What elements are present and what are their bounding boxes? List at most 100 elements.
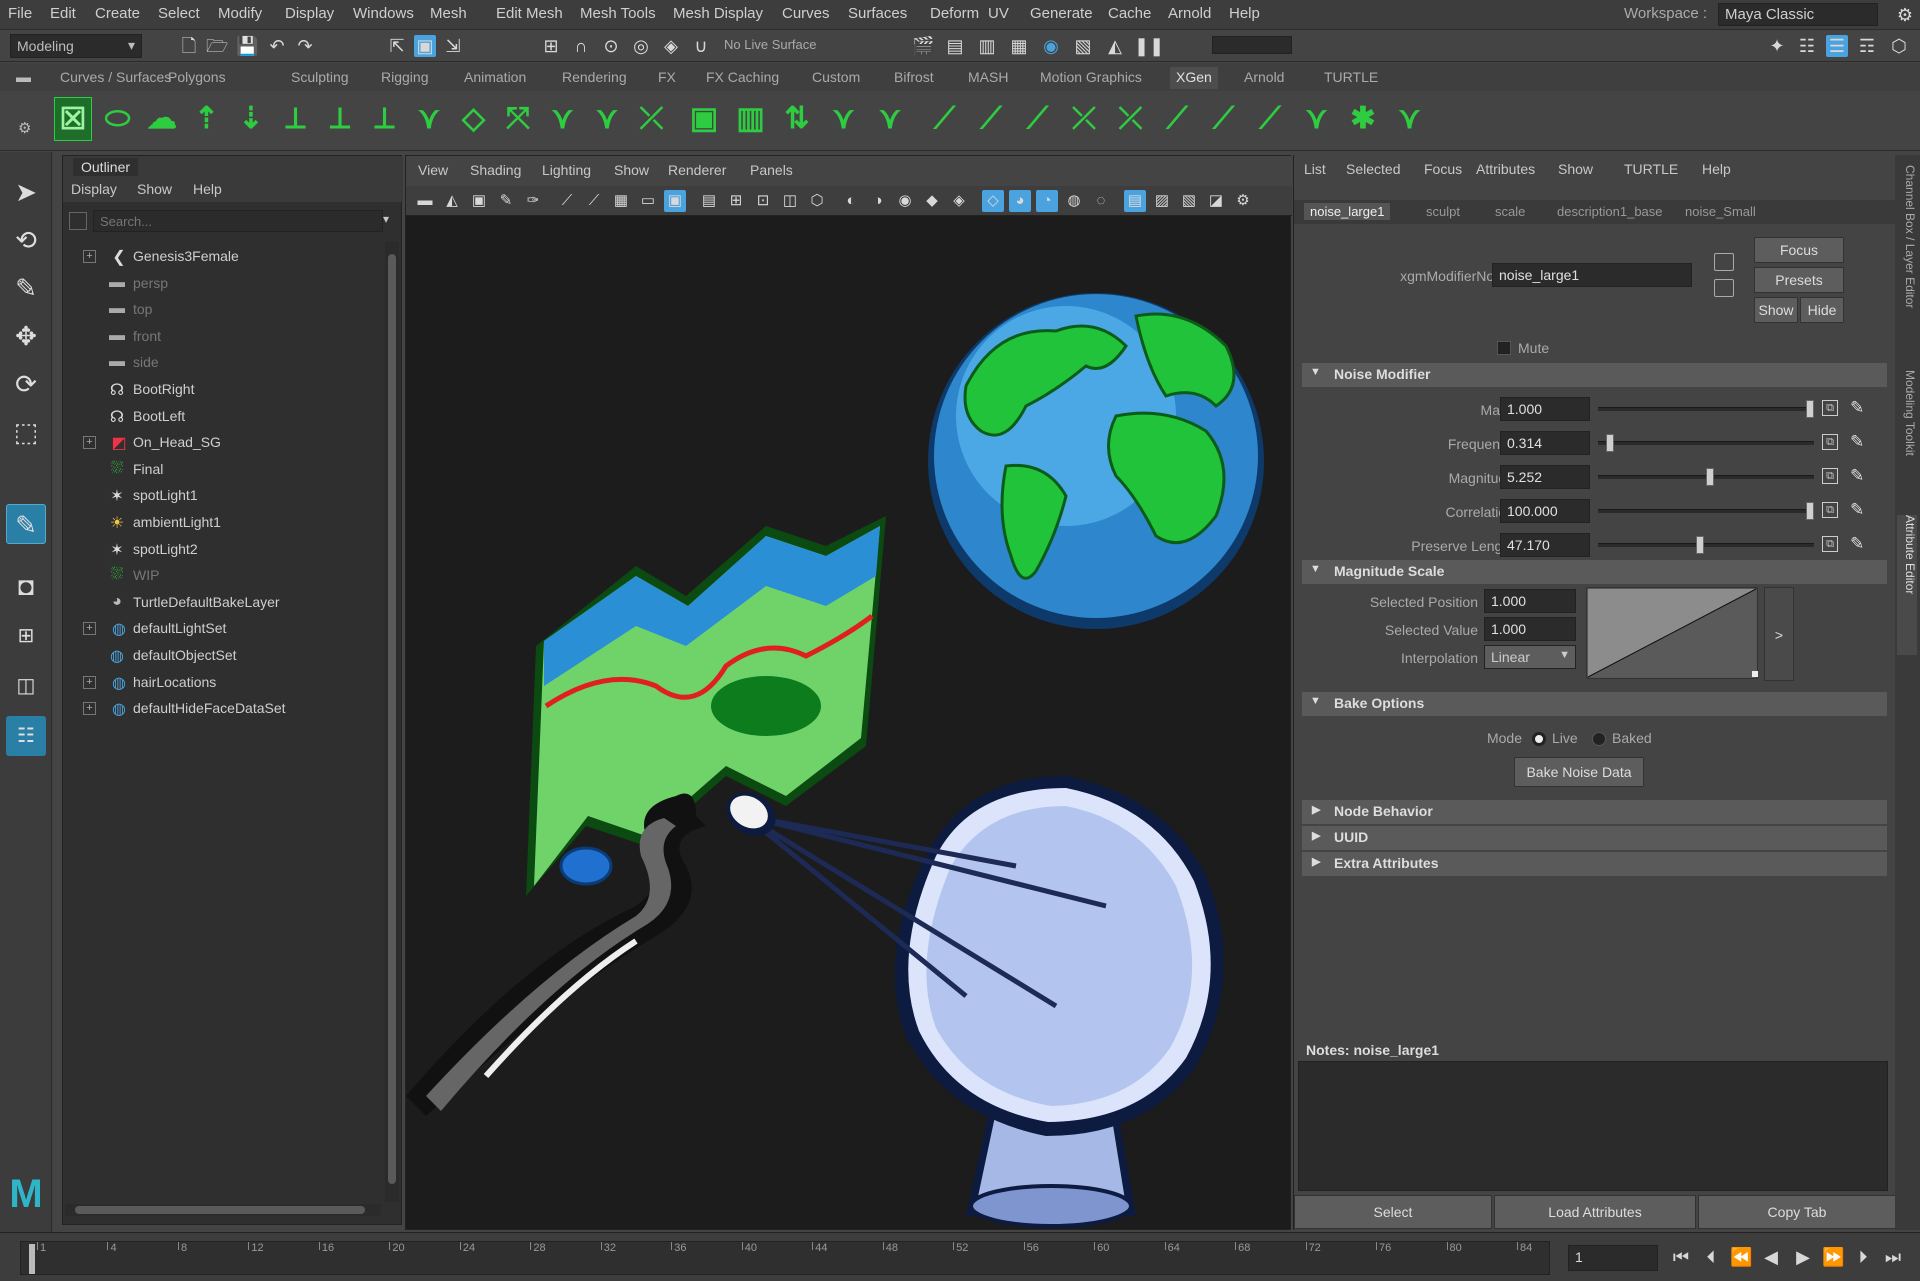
comb-icon[interactable]: ⋎	[871, 97, 909, 141]
four-view-icon[interactable]: ⊞	[6, 616, 46, 656]
outliner-row[interactable]: ◕ TurtleDefaultBakeLayer	[63, 590, 383, 616]
shelf-tab-animation[interactable]: Animation	[458, 67, 532, 89]
viewport-canvas[interactable]	[406, 216, 1292, 1231]
viewport-tool-icon[interactable]: ◐	[840, 190, 862, 212]
menu-surfaces[interactable]: Surfaces	[848, 5, 907, 22]
menu-windows[interactable]: Windows	[353, 5, 414, 22]
outliner-hscroll-thumb[interactable]	[75, 1206, 365, 1214]
viewport-panel[interactable]: View Shading Lighting Show Renderer Panels ▬ ◭…	[405, 155, 1292, 1231]
settings-icon[interactable]: ⚙	[1894, 4, 1916, 26]
select-object-icon[interactable]: ▣	[414, 35, 436, 57]
new-scene-icon[interactable]: 🗋	[178, 35, 200, 57]
viewport-menu-view[interactable]: View	[418, 162, 448, 178]
menu-modify[interactable]: Modify	[218, 5, 262, 22]
add-guides-icon[interactable]: ⇡	[188, 97, 226, 141]
transfer-icon[interactable]: ⇅	[778, 97, 816, 141]
ae-tab-scale[interactable]: scale	[1489, 203, 1531, 220]
ae-menu-show[interactable]: Show	[1558, 161, 1593, 177]
step-back-key-icon[interactable]: ⏴	[1700, 1246, 1722, 1268]
viewport-menu-panels[interactable]: Panels	[750, 162, 793, 178]
xgen-editor-icon[interactable]: ☒	[54, 97, 92, 141]
ae-menu-selected[interactable]: Selected	[1346, 161, 1400, 177]
lasso-tool-icon[interactable]: ⟲	[6, 220, 46, 260]
select-node-icon[interactable]	[1714, 253, 1734, 271]
viewport-tool-icon[interactable]: ⟋	[556, 190, 578, 212]
interactive-groom-icon[interactable]: ▥	[732, 97, 770, 141]
ae-menu-help[interactable]: Help	[1702, 161, 1731, 177]
menu-deform[interactable]: Deform	[930, 5, 979, 22]
viewport-tool-icon[interactable]: ⚙	[1232, 190, 1254, 212]
shelf-tab-polygons[interactable]: Polygons	[162, 67, 232, 89]
mode-live-radio[interactable]	[1532, 732, 1546, 746]
expand-toggle-icon[interactable]: +	[83, 436, 96, 450]
sculpt-guides-icon[interactable]: ⇣	[232, 97, 270, 141]
channel-box-tab[interactable]: Channel Box / Layer Editor	[1897, 165, 1917, 365]
outliner-row[interactable]: ◍ defaultObjectSet	[63, 643, 383, 669]
outliner-scroll-thumb[interactable]	[388, 254, 396, 1184]
outliner-search-input[interactable]	[93, 210, 383, 232]
select-component-icon[interactable]: ⇲	[442, 35, 464, 57]
render-view-icon[interactable]: ▧	[1072, 35, 1094, 57]
viewport-tool-icon[interactable]: ◉	[894, 190, 916, 212]
sculpt-icon[interactable]: ✦	[1766, 35, 1788, 57]
snap-curve-icon[interactable]: ∩	[570, 35, 592, 57]
open-scene-icon[interactable]: 🗁	[206, 35, 228, 57]
noise-field-value[interactable]: 0.314	[1500, 431, 1590, 455]
show-button[interactable]: Show	[1754, 297, 1798, 323]
clump-icon[interactable]: ⤧	[499, 97, 537, 141]
tangent-icon[interactable]: ⤫	[1065, 97, 1103, 141]
rotate-tool-icon[interactable]: ⟳	[6, 364, 46, 404]
viewport-tool-icon[interactable]: ◭	[441, 190, 463, 212]
scatter-icon[interactable]: ✱	[1344, 97, 1382, 141]
viewport-menu-shading[interactable]: Shading	[470, 162, 521, 178]
current-time-marker[interactable]	[29, 1244, 35, 1274]
outliner-row[interactable]: + ◍ defaultHideFaceDataSet	[63, 696, 383, 722]
tool-settings-icon[interactable]: ☶	[1856, 35, 1878, 57]
outliner-menu-display[interactable]: Display	[71, 181, 117, 197]
ae-tab-noise-large1[interactable]: noise_large1	[1304, 203, 1391, 220]
expand-toggle-icon[interactable]: +	[83, 622, 96, 636]
viewport-tool-icon[interactable]: ▦	[610, 190, 632, 212]
go-to-output-icon[interactable]	[1714, 279, 1734, 297]
copy-tab-button[interactable]: Copy Tab	[1698, 1195, 1896, 1229]
menu-set-dropdown[interactable]: Modeling ▾	[10, 34, 142, 58]
noise-field-slider[interactable]	[1598, 407, 1814, 411]
bake-noise-data-button[interactable]: Bake Noise Data	[1514, 757, 1644, 787]
slider-handle[interactable]	[1806, 400, 1814, 418]
snap-point-icon[interactable]: ⊙	[600, 35, 622, 57]
viewport-tool-icon[interactable]: ◌	[1090, 190, 1112, 212]
menu-edit-mesh[interactable]: Edit Mesh	[496, 5, 563, 22]
select-hierarchy-icon[interactable]: ⇱	[386, 35, 408, 57]
slider-handle[interactable]	[1706, 468, 1715, 486]
move-tool-icon[interactable]: ✥	[6, 316, 46, 356]
edit-expression-icon[interactable]: ✎	[1850, 534, 1864, 554]
uuid-section[interactable]: ▶ UUID	[1302, 826, 1887, 850]
menu-mesh-tools[interactable]: Mesh Tools	[580, 5, 656, 22]
outliner-row[interactable]: ✶ spotLight1	[63, 483, 383, 509]
magnitude-scale-section[interactable]: ▼ Magnitude Scale	[1302, 560, 1887, 584]
render-settings-icon[interactable]: ▥	[976, 35, 998, 57]
step-forward-frame-icon[interactable]: ⏩	[1822, 1246, 1844, 1268]
menu-mesh-display[interactable]: Mesh Display	[673, 5, 763, 22]
noise-field-value[interactable]: 1.000	[1500, 397, 1590, 421]
mute-checkbox[interactable]	[1497, 341, 1511, 355]
density-icon[interactable]: ⋎	[410, 97, 448, 141]
two-view-icon[interactable]: ◫	[6, 666, 46, 706]
outliner-menu-help[interactable]: Help	[193, 181, 222, 197]
sculpt-brush-icon[interactable]: ⋎	[1391, 97, 1429, 141]
attribute-editor-toggle-icon[interactable]: ☰	[1826, 35, 1848, 57]
cut-icon[interactable]: ⋎	[588, 97, 626, 141]
viewport-tool-icon[interactable]: ◕	[1009, 190, 1031, 212]
expand-toggle-icon[interactable]: +	[83, 250, 96, 263]
mode-baked-radio[interactable]	[1592, 732, 1606, 746]
notes-field[interactable]	[1298, 1061, 1888, 1191]
smooth-icon[interactable]: ⟋	[972, 97, 1010, 141]
ae-menu-focus[interactable]: Focus	[1424, 161, 1462, 177]
ae-tab-description1-base[interactable]: description1_base	[1551, 203, 1669, 220]
step-forward-key-icon[interactable]: ⏵	[1852, 1246, 1874, 1268]
preview-icon[interactable]: ▣	[685, 97, 723, 141]
outliner-row[interactable]: ⛆ Final	[63, 457, 383, 483]
viewport-tool-icon[interactable]: ◍	[1063, 190, 1085, 212]
shelf-tab-turtle[interactable]: TURTLE	[1318, 67, 1384, 89]
scale-tool-icon[interactable]: ⬚	[6, 412, 46, 452]
